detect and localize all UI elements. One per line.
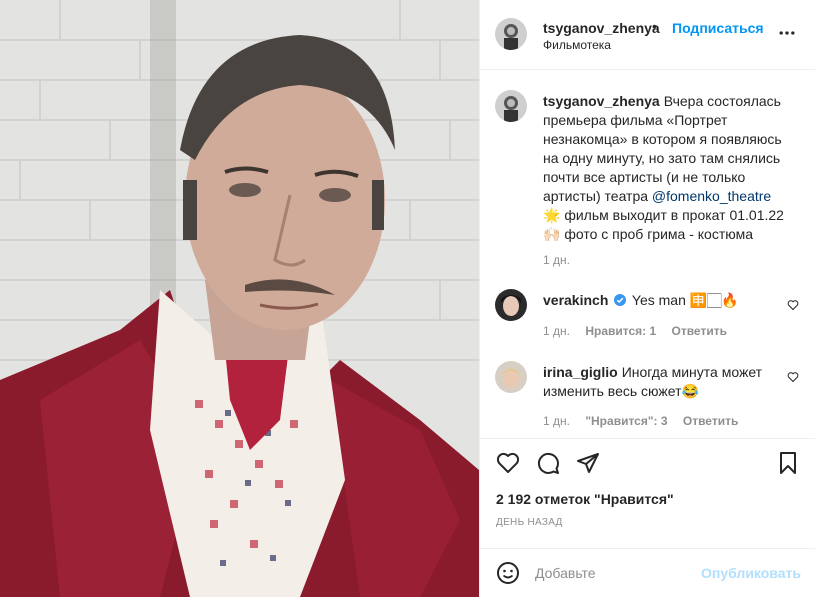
- comment-time[interactable]: 1 дн.: [543, 324, 570, 338]
- caption-line-film: 🌟 фильм выходит в прокат 01.01.22: [543, 207, 784, 223]
- bookmark-icon[interactable]: [776, 451, 800, 475]
- caption-mention-link[interactable]: @fomenko_theatre: [652, 188, 771, 204]
- caption-line-photo: 🙌🏻 фото с проб грима - костюма: [543, 226, 753, 242]
- comment-text: Yes man 🈸🏻🔥: [631, 292, 739, 308]
- comment-likes[interactable]: "Нравится": 3: [585, 414, 667, 428]
- avatar[interactable]: [495, 361, 527, 393]
- caption-username[interactable]: tsyganov_zhenya: [543, 93, 660, 109]
- avatar-image-icon: [495, 289, 527, 321]
- avatar[interactable]: [495, 289, 527, 321]
- reply-button[interactable]: Ответить: [672, 324, 727, 338]
- add-comment-bar: Опубликовать: [480, 548, 815, 597]
- heart-icon[interactable]: [496, 451, 520, 475]
- heart-icon[interactable]: [787, 299, 799, 311]
- comments-scroll-area[interactable]: tsyganov_zhenya Вчера состоялась премьера…: [480, 70, 815, 438]
- post-location[interactable]: Фильмотека: [543, 38, 611, 52]
- reply-button[interactable]: Ответить: [683, 414, 738, 428]
- comment-username[interactable]: verakinch: [543, 292, 608, 308]
- post-photo[interactable]: [0, 0, 479, 597]
- comment-time[interactable]: 1 дн.: [543, 414, 570, 428]
- post-header: tsyganov_zhenya • Подписаться Фильмотека: [480, 0, 815, 70]
- avatar[interactable]: [495, 90, 527, 122]
- comment-username[interactable]: irina_giglio: [543, 364, 618, 380]
- post-side-panel: tsyganov_zhenya • Подписаться Фильмотека…: [479, 0, 815, 597]
- post-actions: 2 192 отметок "Нравится" День назад: [480, 438, 815, 548]
- more-horizontal-icon[interactable]: [776, 23, 798, 43]
- instagram-post-modal: tsyganov_zhenya • Подписаться Фильмотека…: [0, 0, 815, 597]
- heart-icon[interactable]: [787, 371, 799, 383]
- avatar-image-icon: [495, 18, 527, 50]
- comment-meta: 1 дн. Нравится: 1 Ответить: [543, 324, 739, 338]
- follow-button[interactable]: Подписаться: [672, 20, 764, 36]
- avatar-image-icon: [495, 361, 527, 393]
- header-separator: •: [652, 18, 657, 34]
- comment: verakinch Yes man 🈸🏻🔥: [543, 291, 773, 310]
- portrait-photo: [0, 0, 479, 597]
- post-author-username[interactable]: tsyganov_zhenya: [543, 20, 660, 36]
- paper-plane-icon[interactable]: [576, 451, 600, 475]
- comment-meta: 1 дн. "Нравится": 3 Ответить: [543, 414, 750, 428]
- comment-icon[interactable]: [536, 451, 560, 475]
- avatar[interactable]: [495, 18, 527, 50]
- avatar-image-icon: [495, 90, 527, 122]
- post-caption: tsyganov_zhenya Вчера состоялась премьера…: [543, 92, 801, 244]
- likes-count[interactable]: 2 192 отметок "Нравится": [496, 491, 674, 507]
- post-comment-button[interactable]: Опубликовать: [701, 565, 801, 581]
- caption-time[interactable]: 1 дн.: [543, 253, 570, 267]
- verified-badge-icon: [614, 294, 627, 306]
- post-date[interactable]: День назад: [496, 517, 563, 528]
- comment-likes[interactable]: Нравится: 1: [585, 324, 656, 338]
- comment: irina_giglio Иногда минута может изменить…: [543, 363, 778, 401]
- emoji-icon[interactable]: [496, 561, 520, 585]
